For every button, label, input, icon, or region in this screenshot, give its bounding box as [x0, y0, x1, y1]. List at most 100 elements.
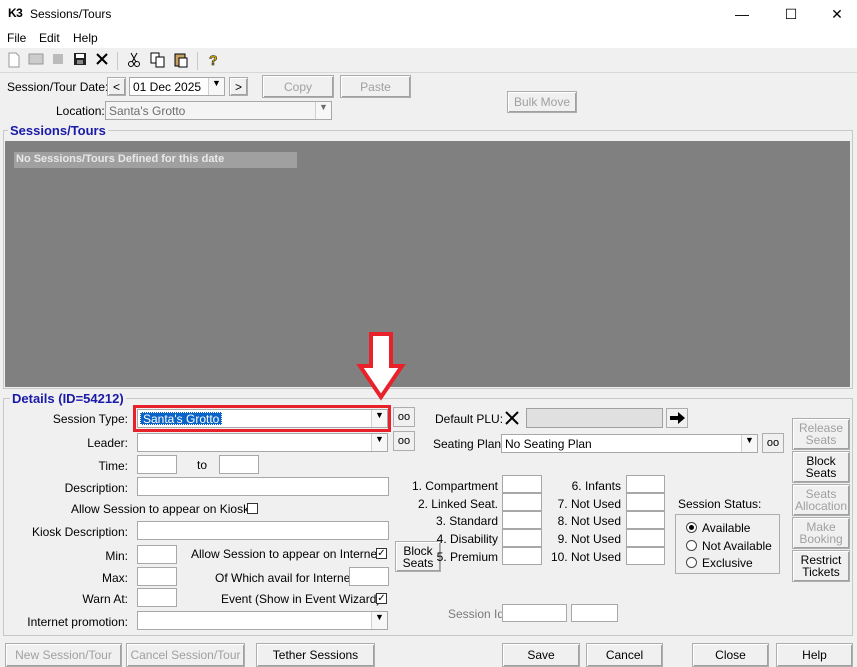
- seat-count-field[interactable]: [626, 529, 665, 547]
- maximize-icon[interactable]: ☐: [768, 0, 814, 28]
- internet-avail-field[interactable]: [349, 567, 389, 586]
- time-label: Time:: [98, 459, 128, 473]
- new-session-button[interactable]: New Session/Tour: [5, 643, 122, 667]
- block-seats-button[interactable]: Block Seats: [792, 451, 850, 483]
- internet-allow-label: Allow Session to appear on Internet: [191, 547, 381, 561]
- description-field[interactable]: [137, 477, 389, 496]
- session-type-select[interactable]: Santa's Grotto ▼: [137, 409, 388, 428]
- warn-at-field[interactable]: [137, 588, 177, 607]
- cancel-x-icon[interactable]: [93, 52, 111, 70]
- grid-icon[interactable]: [27, 52, 45, 70]
- seat-type-label: 8. Not Used: [557, 514, 621, 528]
- glasses-icon[interactable]: oo: [762, 433, 784, 453]
- copy-button[interactable]: Copy: [262, 75, 334, 98]
- paste-button[interactable]: Paste: [340, 75, 411, 98]
- sessions-list[interactable]: [5, 141, 850, 387]
- menu-edit[interactable]: Edit: [39, 31, 60, 45]
- seat-count-field[interactable]: [502, 475, 542, 493]
- app-icon: K3: [8, 6, 23, 20]
- bulk-move-button[interactable]: Bulk Move: [507, 91, 577, 113]
- seating-plan-select[interactable]: No Seating Plan ▼: [501, 434, 758, 453]
- chevron-down-icon[interactable]: ▼: [315, 102, 331, 119]
- seat-count-field[interactable]: [502, 529, 542, 547]
- help-icon[interactable]: ?: [204, 52, 222, 70]
- release-seats-button[interactable]: Release Seats: [792, 418, 850, 450]
- button-line: Booking: [799, 532, 843, 546]
- leader-label: Leader:: [87, 436, 128, 450]
- status-available-radio[interactable]: [686, 522, 697, 533]
- clear-plu-icon[interactable]: [503, 409, 523, 428]
- internet-allow-checkbox[interactable]: ✓: [376, 548, 387, 559]
- glasses-icon[interactable]: oo: [393, 431, 415, 451]
- default-plu-field: [526, 408, 663, 428]
- next-date-button[interactable]: >: [229, 77, 248, 96]
- date-picker[interactable]: 01 Dec 2025 ▼: [129, 77, 225, 96]
- chevron-down-icon[interactable]: ▼: [741, 435, 757, 452]
- status-option-label: Available: [702, 521, 751, 535]
- cancel-button[interactable]: Cancel: [586, 643, 663, 667]
- kiosk-description-field[interactable]: [137, 521, 389, 540]
- seat-type-label: 6. Infants: [571, 479, 621, 493]
- minimize-icon[interactable]: —: [719, 0, 765, 28]
- internet-promotion-select[interactable]: ▼: [137, 611, 388, 630]
- save-icon[interactable]: [71, 52, 89, 70]
- location-label: Location:: [56, 104, 105, 118]
- leader-select[interactable]: ▼: [137, 433, 388, 452]
- seat-count-field[interactable]: [626, 493, 665, 511]
- status-not-available-radio[interactable]: [686, 540, 697, 551]
- kiosk-allow-label: Allow Session to appear on Kiosk: [71, 502, 250, 516]
- cancel-session-button[interactable]: Cancel Session/Tour: [126, 643, 245, 667]
- seat-type-label: 7. Not Used: [557, 497, 621, 511]
- chevron-down-icon[interactable]: ▼: [371, 410, 387, 427]
- session-id-field-2: [571, 604, 618, 622]
- status-option-label: Exclusive: [702, 556, 753, 570]
- default-plu-label: Default PLU:: [435, 412, 504, 426]
- kiosk-allow-checkbox[interactable]: [247, 503, 258, 514]
- copy-icon[interactable]: [149, 52, 167, 70]
- min-field[interactable]: [137, 545, 177, 564]
- seats-allocation-button[interactable]: Seats Allocation: [792, 484, 850, 516]
- make-booking-button[interactable]: Make Booking: [792, 517, 850, 549]
- min-label: Min:: [105, 549, 128, 563]
- menu-bar: [0, 28, 857, 48]
- new-doc-icon[interactable]: [5, 52, 23, 70]
- cut-icon[interactable]: [125, 52, 143, 70]
- toolbar-separator: [197, 52, 198, 70]
- prev-date-button[interactable]: <: [107, 77, 126, 96]
- seat-count-field[interactable]: [626, 511, 665, 529]
- time-to-field[interactable]: [219, 455, 259, 474]
- menu-help[interactable]: Help: [73, 31, 98, 45]
- tether-sessions-button[interactable]: Tether Sessions: [256, 643, 375, 667]
- arrow-right-icon[interactable]: [666, 408, 688, 428]
- session-status-label: Session Status:: [678, 497, 762, 511]
- seat-type-label: 2. Linked Seat.: [417, 497, 498, 511]
- seat-count-field[interactable]: [626, 475, 665, 493]
- location-select[interactable]: Santa's Grotto ▼: [105, 101, 332, 120]
- restrict-tickets-button[interactable]: Restrict Tickets: [792, 550, 850, 582]
- seat-count-field[interactable]: [502, 547, 542, 565]
- seat-count-field[interactable]: [626, 547, 665, 565]
- help-button[interactable]: Help: [776, 643, 853, 667]
- window-title: Sessions/Tours: [30, 7, 112, 21]
- menu-file[interactable]: File: [7, 31, 26, 45]
- button-line: Allocation: [794, 499, 848, 513]
- arrow-down-annotation-icon: [356, 332, 406, 401]
- time-from-field[interactable]: [137, 455, 177, 474]
- max-field[interactable]: [137, 567, 177, 586]
- button-line: Tickets: [802, 565, 840, 579]
- close-button[interactable]: Close: [692, 643, 769, 667]
- seat-count-field[interactable]: [502, 511, 542, 529]
- chevron-down-icon[interactable]: ▼: [371, 612, 387, 629]
- close-icon[interactable]: ✕: [814, 0, 857, 28]
- seat-count-field[interactable]: [502, 493, 542, 511]
- chevron-down-icon[interactable]: ▼: [208, 78, 224, 95]
- status-exclusive-radio[interactable]: [686, 557, 697, 568]
- save-button[interactable]: Save: [502, 643, 580, 667]
- seat-type-label: 5. Premium: [436, 550, 498, 564]
- chevron-down-icon[interactable]: ▼: [371, 434, 387, 451]
- event-checkbox[interactable]: ✓: [376, 593, 387, 604]
- delete-record-icon[interactable]: [49, 52, 67, 70]
- glasses-icon[interactable]: oo: [393, 407, 415, 427]
- paste-icon[interactable]: [172, 52, 190, 70]
- seat-type-label: 3. Standard: [435, 514, 498, 528]
